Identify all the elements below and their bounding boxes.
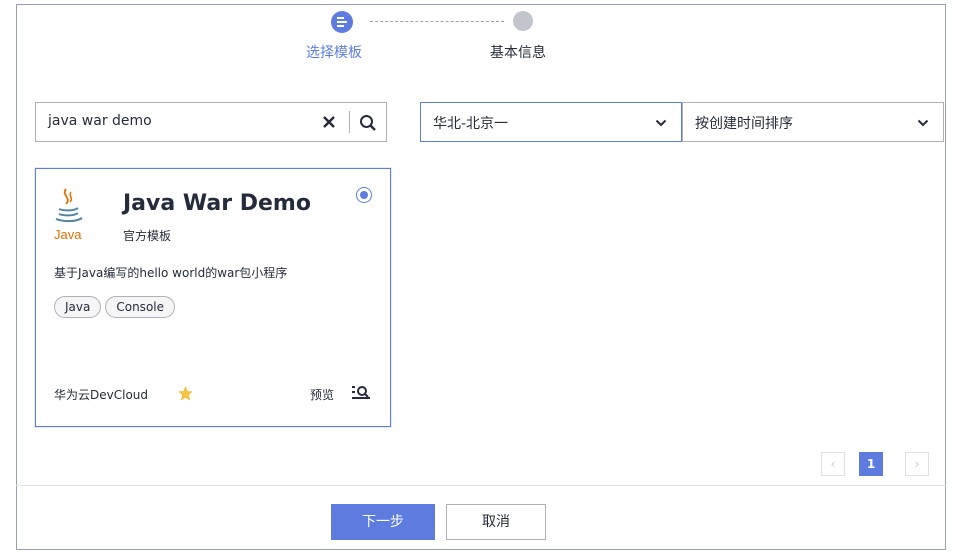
footer-divider (16, 485, 946, 486)
tag-java: Java (54, 296, 102, 318)
search-icon[interactable] (359, 114, 377, 132)
step-2-indicator (513, 11, 533, 31)
pagination-page-current[interactable]: 1 (859, 452, 883, 476)
chevron-down-icon (917, 119, 929, 127)
preview-icon[interactable] (352, 385, 370, 399)
template-title: Java War Demo (123, 191, 311, 216)
sort-select-value: 按创建时间排序 (695, 116, 793, 132)
pagination-prev[interactable]: ‹ (821, 452, 845, 476)
template-description: 基于Java编写的hello world的war包小程序 (54, 266, 288, 280)
search-separator (349, 111, 350, 133)
template-tags: Java Console (54, 296, 175, 318)
tag-console: Console (105, 296, 175, 318)
pagination-next[interactable]: › (905, 452, 929, 476)
star-icon (178, 386, 193, 401)
template-type: 官方模板 (123, 229, 172, 243)
step-1-label: 选择模板 (306, 45, 362, 61)
preview-link[interactable]: 预览 (310, 386, 334, 403)
region-select[interactable]: 华北-北京一 (420, 102, 682, 142)
step-connector (370, 21, 504, 22)
java-logo-icon: Java (54, 188, 83, 242)
step-1-indicator (331, 11, 353, 33)
step-2-label: 基本信息 (490, 45, 546, 61)
sort-select[interactable]: 按创建时间排序 (682, 102, 944, 142)
search-input-value[interactable]: java war demo (48, 113, 152, 129)
template-card[interactable]: Java Java War Demo 官方模板 基于Java编写的hello w… (35, 168, 391, 427)
list-icon (337, 17, 347, 27)
cancel-button[interactable]: 取消 (446, 504, 546, 540)
template-radio[interactable] (356, 187, 372, 203)
template-publisher: 华为云DevCloud (54, 388, 149, 402)
close-icon[interactable] (322, 115, 336, 129)
chevron-down-icon (655, 119, 667, 127)
svg-text:Java: Java (54, 227, 82, 242)
next-step-button[interactable]: 下一步 (331, 504, 435, 540)
search-input[interactable]: java war demo (35, 102, 387, 142)
region-select-value: 华北-北京一 (433, 116, 509, 132)
